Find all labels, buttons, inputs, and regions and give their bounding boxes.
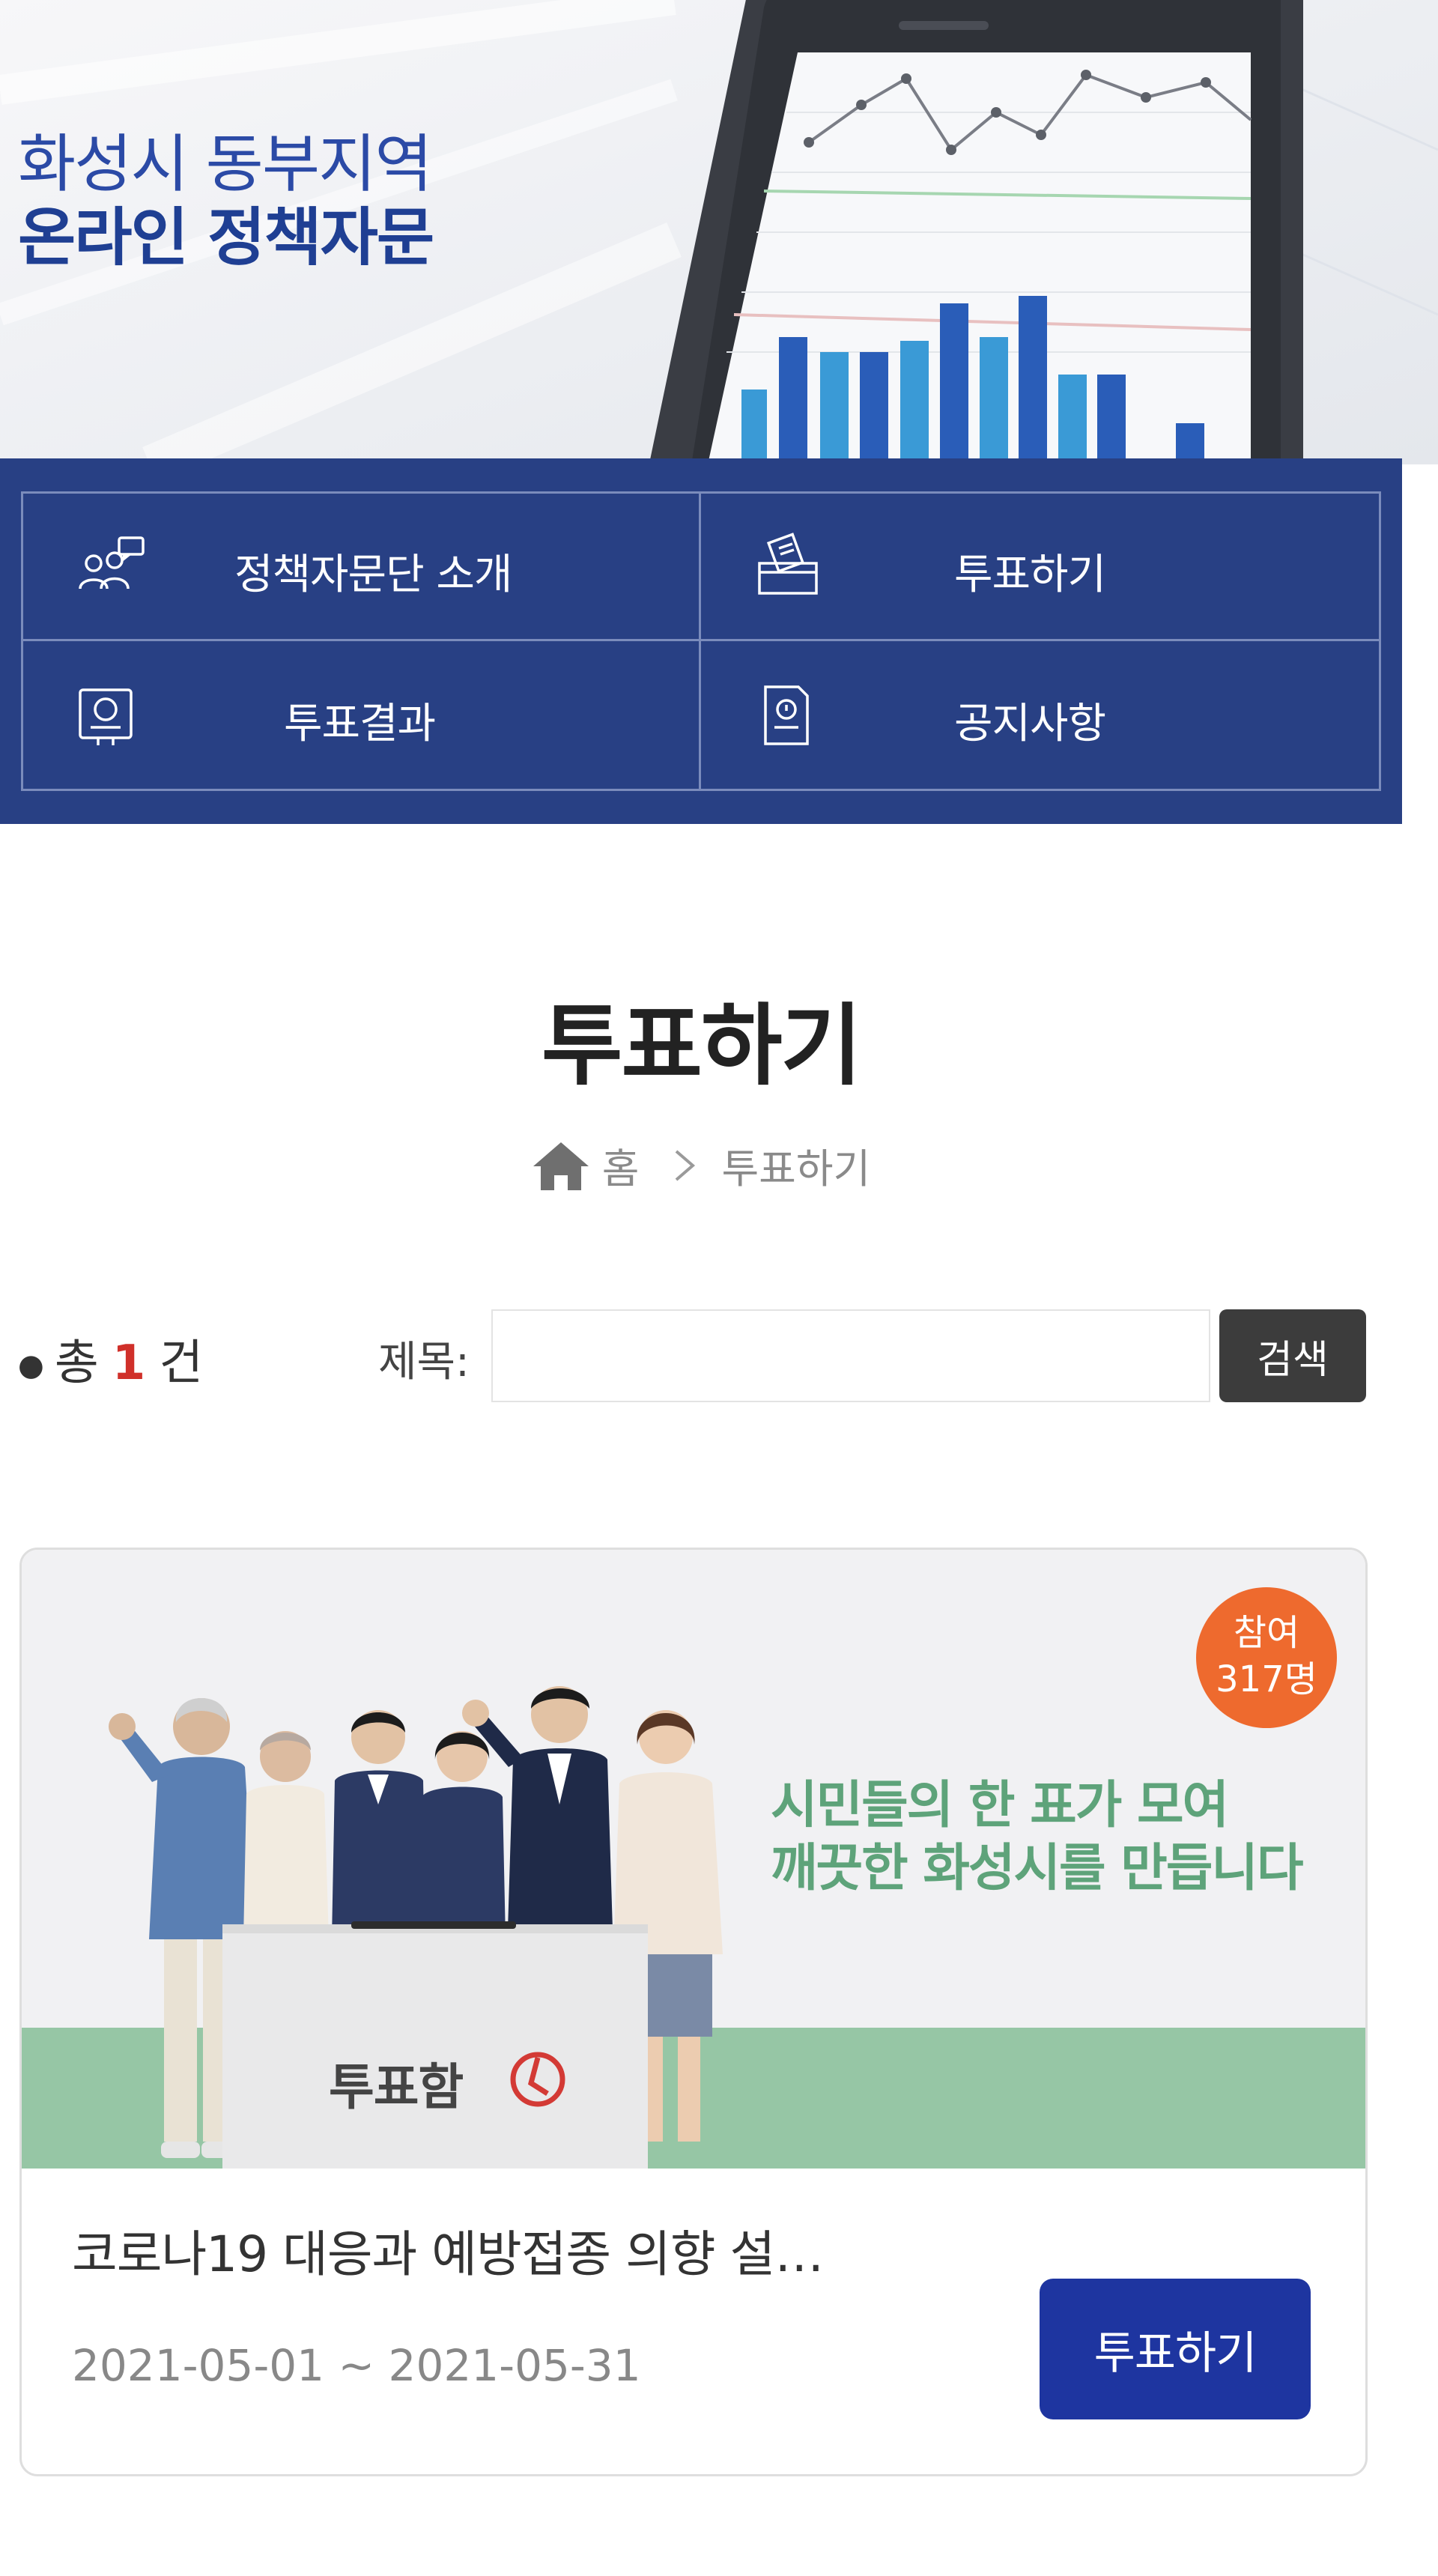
ballot-box-icon xyxy=(758,533,818,595)
search-button[interactable]: 검색 xyxy=(1219,1309,1366,1402)
vote-card-dates: 2021-05-01 ~ 2021-05-31 xyxy=(72,2340,641,2391)
menu-item-label: 투표하기 xyxy=(954,551,1106,599)
menu-item-advisory-intro[interactable]: 정책자문단 소개 xyxy=(23,494,701,641)
breadcrumb-home[interactable]: 홈 xyxy=(602,1136,640,1195)
phone-chart-illustration xyxy=(649,0,1303,464)
notice-document-icon xyxy=(764,685,809,745)
hero-title-line1: 화성시 동부지역 xyxy=(18,127,433,201)
quick-menu-grid: 정책자문단 소개 투표하기 투표결과 공지사항 xyxy=(21,491,1381,791)
bullet-icon: ● xyxy=(18,1348,44,1384)
count-value: 1 xyxy=(112,1336,146,1391)
result-count: ● 총 1 건 xyxy=(18,1324,203,1393)
menu-item-vote[interactable]: 투표하기 xyxy=(701,494,1379,641)
hero-title-line2: 온라인 정책자문 xyxy=(18,201,434,274)
search-input[interactable] xyxy=(491,1309,1210,1402)
menu-item-vote-results[interactable]: 투표결과 xyxy=(23,641,701,789)
slogan-line1: 시민들의 한 표가 모여 xyxy=(771,1776,1229,1835)
ballot-box-label: 투표함 xyxy=(329,2058,464,2116)
menu-item-label: 공지사항 xyxy=(954,699,1106,748)
hero-title: 화성시 동부지역 온라인 정책자문 xyxy=(18,127,434,274)
chevron-right-icon xyxy=(676,1149,696,1181)
breadcrumb: 홈 투표하기 xyxy=(0,1136,1402,1195)
ballot-slot xyxy=(351,1921,516,1929)
slogan-line2: 깨끗한 화성시를 만듭니다 xyxy=(771,1839,1304,1898)
hero-banner: 화성시 동부지역 온라인 정책자문 xyxy=(0,0,1438,464)
vote-stamp-icon xyxy=(510,2052,565,2107)
participation-badge: 참여 317명 xyxy=(1196,1587,1337,1728)
ballot-box-illustration xyxy=(222,1924,648,2169)
home-icon[interactable] xyxy=(532,1139,590,1192)
badge-count: 317명 xyxy=(1216,1658,1317,1700)
vote-button[interactable]: 투표하기 xyxy=(1040,2279,1311,2419)
menu-item-label: 투표결과 xyxy=(284,699,436,748)
vote-card-image: 투표함 시민들의 한 표가 모여 깨끗한 화성시를 만듭니다 참여 317명 xyxy=(22,1550,1365,2169)
menu-item-label: 정책자문단 소개 xyxy=(234,551,512,599)
page-title: 투표하기 xyxy=(541,994,862,1097)
breadcrumb-current: 투표하기 xyxy=(721,1145,871,1192)
people-chat-icon xyxy=(79,536,145,590)
menu-item-notices[interactable]: 공지사항 xyxy=(701,641,1379,789)
result-board-icon xyxy=(79,688,133,745)
quick-menu: 정책자문단 소개 투표하기 투표결과 공지사항 xyxy=(0,458,1402,824)
count-suffix: 건 xyxy=(159,1336,204,1391)
card-slogan: 시민들의 한 표가 모여 깨끗한 화성시를 만듭니다 xyxy=(771,1775,1304,1900)
badge-label: 참여 xyxy=(1233,1612,1300,1654)
vote-card-title[interactable]: 코로나19 대응과 예방접종 의향 설… xyxy=(72,2214,824,2286)
search-label: 제목: xyxy=(378,1338,470,1387)
count-prefix: 총 xyxy=(54,1336,99,1391)
